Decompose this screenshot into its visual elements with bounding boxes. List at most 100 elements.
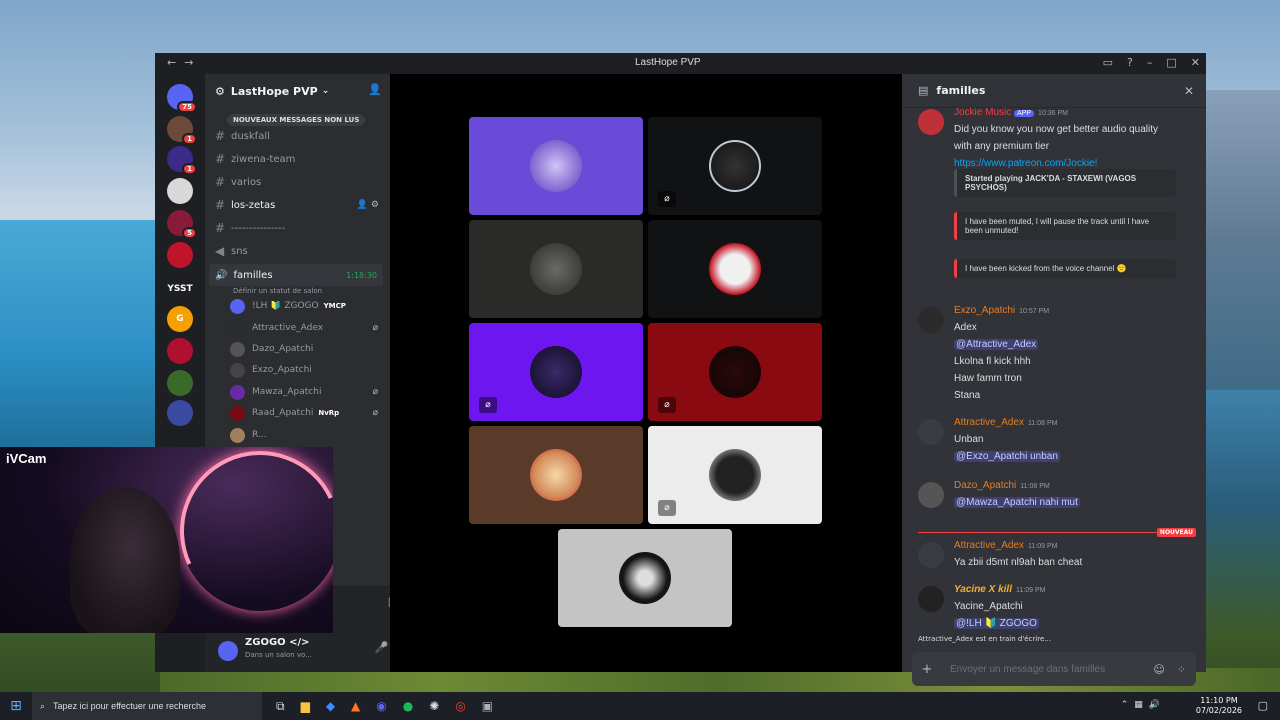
forward-arrow-icon[interactable]: → bbox=[184, 56, 193, 69]
participant-tile[interactable] bbox=[648, 220, 822, 318]
file-explorer-icon[interactable]: ▆ bbox=[301, 699, 310, 714]
server-icon[interactable] bbox=[167, 370, 193, 396]
help-icon[interactable]: ? bbox=[1127, 56, 1133, 69]
channel-status[interactable]: Définir un statut de salon bbox=[233, 287, 322, 295]
notifications-icon[interactable]: ▢ bbox=[1258, 699, 1268, 712]
member-name: Raad_Apatchi bbox=[252, 408, 314, 418]
member-name: Mawza_Apatchi bbox=[252, 387, 322, 397]
channel-item[interactable]: # varios bbox=[215, 172, 383, 192]
server-icon[interactable]: YSST bbox=[167, 276, 193, 302]
spotify-icon[interactable]: ● bbox=[403, 699, 413, 714]
taskbar-clock[interactable]: 11:10 PM 07/02/2026 bbox=[1196, 696, 1242, 716]
member-name: !LH 🔰 ZGOGO bbox=[252, 301, 319, 311]
voice-member[interactable]: Dazo_Apatchi bbox=[230, 339, 380, 359]
voice-member[interactable]: Raad_Apatchi NvRp ⌀ bbox=[230, 403, 380, 423]
apps-icon[interactable]: ⁘ bbox=[1177, 663, 1186, 676]
participant-tile[interactable] bbox=[469, 220, 643, 318]
avatar[interactable] bbox=[918, 542, 944, 568]
emoji-icon[interactable]: ☺ bbox=[1153, 663, 1164, 676]
voice-channel-familles[interactable]: 🔊 familles 1:18:30 bbox=[209, 264, 383, 286]
avatar[interactable] bbox=[918, 586, 944, 612]
message-author[interactable]: Attractive_Adex bbox=[954, 540, 1024, 551]
server-icon[interactable]: 1 bbox=[167, 146, 197, 175]
channel-settings-icon[interactable]: 👤 ⚙ bbox=[357, 200, 379, 210]
taskbar-search[interactable]: ⌕ Tapez ici pour effectuer une recherche bbox=[32, 692, 262, 720]
speaker-icon: 🔊 bbox=[215, 269, 228, 281]
muted-mic-icon: ⌀ bbox=[372, 323, 378, 333]
channel-item[interactable]: # ziwena-team bbox=[215, 149, 383, 169]
close-icon[interactable]: ✕ bbox=[1191, 56, 1200, 69]
avatar[interactable] bbox=[918, 307, 944, 333]
avatar[interactable] bbox=[918, 109, 944, 135]
voice-member[interactable]: Attractive_Adex ⌀ bbox=[230, 318, 380, 338]
minimize-icon[interactable]: – bbox=[1147, 56, 1153, 69]
channel-name: varios bbox=[231, 176, 262, 188]
server-icon[interactable] bbox=[167, 242, 193, 268]
participant-tile[interactable]: ⌀ bbox=[648, 117, 822, 215]
server-icon[interactable]: 1 bbox=[167, 116, 197, 145]
microphone-icon[interactable]: 🎤 bbox=[375, 641, 389, 654]
desktop-lake bbox=[0, 220, 160, 450]
message-composer[interactable]: + Envoyer un message dans familles ☺ ⁘ bbox=[912, 652, 1196, 686]
user-mention[interactable]: @Exzo_Apatchi unban bbox=[954, 451, 1060, 462]
message-author[interactable]: Dazo_Apatchi bbox=[954, 480, 1016, 491]
avatar[interactable] bbox=[918, 482, 944, 508]
unread-badge: 1 bbox=[182, 163, 197, 175]
user-mention[interactable]: @Mawza_Apatchi nahi mut bbox=[954, 497, 1080, 508]
close-chat-icon[interactable]: ✕ bbox=[1184, 84, 1194, 98]
message-author[interactable]: Exzo_Apatchi bbox=[954, 305, 1015, 316]
speaker-icon: ◀ bbox=[215, 244, 225, 258]
chrome-icon[interactable]: ◎ bbox=[455, 699, 465, 714]
muted-mic-icon: ⌀ bbox=[372, 408, 378, 418]
voice-member[interactable]: Mawza_Apatchi ⌀ bbox=[230, 382, 380, 402]
server-icon[interactable]: 5 bbox=[167, 210, 197, 239]
server-icon[interactable]: G bbox=[167, 306, 193, 332]
avatar[interactable] bbox=[918, 419, 944, 445]
channel-name: --------------- bbox=[231, 222, 286, 234]
maximize-icon[interactable]: □ bbox=[1166, 56, 1176, 69]
app-icon[interactable]: ◆ bbox=[326, 699, 335, 714]
chevron-up-icon[interactable]: ⌃ bbox=[1121, 700, 1129, 710]
message-time: 11:09 PM bbox=[1028, 543, 1058, 550]
participant-tile[interactable] bbox=[558, 529, 732, 627]
back-arrow-icon[interactable]: ← bbox=[167, 56, 176, 69]
channel-item[interactable]: # los-zetas 👤 ⚙ bbox=[215, 195, 383, 215]
add-attachment-icon[interactable]: + bbox=[912, 662, 942, 677]
message-text: Adex bbox=[954, 322, 977, 333]
participant-tile[interactable]: ⌀ bbox=[648, 426, 822, 524]
channel-item[interactable]: # --------------- bbox=[215, 218, 383, 238]
network-icon[interactable]: ▦ bbox=[1134, 700, 1143, 710]
message-author[interactable]: Jockie Music bbox=[954, 107, 1011, 118]
server-icon[interactable] bbox=[167, 338, 193, 364]
participant-tile[interactable]: ⌀ bbox=[648, 323, 822, 421]
invite-icon[interactable]: 👤 bbox=[368, 83, 382, 96]
voice-member[interactable]: R... bbox=[230, 425, 380, 445]
volume-icon[interactable]: 🔊 bbox=[1149, 700, 1160, 710]
app-icon[interactable]: ▲ bbox=[351, 699, 360, 714]
task-view-icon[interactable]: ⧉ bbox=[276, 699, 285, 714]
channel-item[interactable]: # duskfall bbox=[215, 126, 383, 146]
voice-member[interactable]: Exzo_Apatchi bbox=[230, 360, 380, 380]
message-author[interactable]: Yacine X kill bbox=[954, 584, 1012, 595]
server-icon[interactable]: 75 bbox=[167, 84, 197, 113]
inbox-icon[interactable]: ▭ bbox=[1103, 56, 1113, 69]
voice-member[interactable]: !LH 🔰 ZGOGO YMCP bbox=[230, 296, 380, 316]
participant-tile[interactable]: ⌀ bbox=[469, 323, 643, 421]
message-text: Yacine_Apatchi bbox=[954, 601, 1023, 612]
participant-tile[interactable] bbox=[469, 117, 643, 215]
chatgpt-icon[interactable]: ✺ bbox=[429, 699, 439, 714]
channel-item[interactable]: ◀ sns bbox=[215, 241, 383, 261]
windows-start-icon[interactable]: ⊞ bbox=[0, 698, 32, 714]
server-icon[interactable] bbox=[167, 178, 193, 204]
user-mention[interactable]: @Attractive_Adex bbox=[954, 339, 1039, 350]
server-icon[interactable] bbox=[167, 400, 193, 426]
message-input[interactable]: Envoyer un message dans familles bbox=[950, 664, 1105, 675]
app-icon[interactable]: ▣ bbox=[482, 699, 493, 714]
discord-icon[interactable]: ◉ bbox=[376, 699, 386, 714]
message-author[interactable]: Attractive_Adex bbox=[954, 417, 1024, 428]
avatar[interactable] bbox=[218, 641, 238, 661]
new-messages-pill[interactable]: NOUVEAUX MESSAGES NON LUS bbox=[227, 114, 366, 126]
user-mention[interactable]: @!LH 🔰 ZGOGO bbox=[954, 618, 1039, 629]
participant-tile[interactable] bbox=[469, 426, 643, 524]
server-header[interactable]: ⚙ LastHope PVP ⌄ 👤 bbox=[205, 74, 390, 108]
